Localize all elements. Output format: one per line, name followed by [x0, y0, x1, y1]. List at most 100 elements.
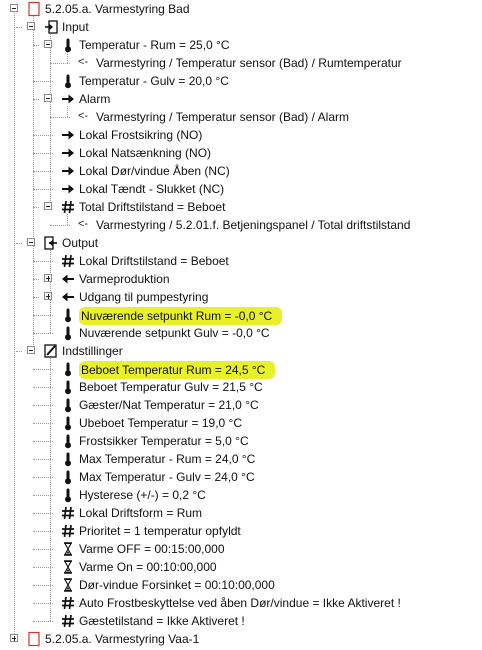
tree-node-gaestetilstand[interactable]: Gæstetilstand = Ikke Aktiveret ! [0, 612, 482, 630]
document-red-icon [27, 631, 41, 647]
tree-node-lokal-dor-vindue[interactable]: Lokal Dør/vindue Åben (NC) [0, 162, 482, 180]
tree-node-label: Total Driftstilstand = Beboet [79, 200, 226, 214]
tree-node-label: Lokal Tændt - Slukket (NC) [79, 182, 225, 196]
arrow-right-icon [61, 145, 75, 161]
tree-node-label: Lokal Natsænkning (NO) [79, 146, 212, 160]
tree-node-input-group[interactable]: Input [0, 18, 482, 36]
tree-connector [33, 387, 53, 388]
tree-connector [16, 351, 22, 352]
tree-node-label: Lokal Driftstilstand = Beboet [79, 254, 229, 268]
tree-node-temp-rum-ref[interactable]: <- Varmestyring / Temperatur sensor (Bad)… [0, 54, 482, 72]
tree-node-prioritet[interactable]: Prioritet = 1 temperatur opfyldt [0, 522, 482, 540]
tree-node-lokal-driftstilstand[interactable]: Lokal Driftstilstand = Beboet [0, 252, 482, 270]
tree-connector [33, 153, 53, 154]
thermometer-icon [61, 433, 75, 449]
tree-node-label: Output [62, 236, 99, 250]
tree-node-varme-off[interactable]: Varme OFF = 00:15:00,000 [0, 540, 482, 558]
hash-icon [61, 613, 75, 629]
tree-node-hysterese[interactable]: Hysterese (+/-) = 0,2 °C [0, 486, 482, 504]
collapse-toggle-icon[interactable] [44, 202, 52, 210]
tree-node-alarm[interactable]: Alarm [0, 90, 482, 108]
thermometer-icon [61, 397, 75, 413]
tree-node-lokal-driftsform[interactable]: Lokal Driftsform = Rum [0, 504, 482, 522]
collapse-toggle-icon[interactable] [44, 40, 52, 48]
input-icon [44, 19, 58, 35]
tree-node-auto-frostbeskyttelse[interactable]: Auto Frostbeskyttelse ved åben Dør/vindu… [0, 594, 482, 612]
thermometer-icon [61, 379, 75, 395]
tree-connector [33, 333, 53, 334]
tree-node-label: Prioritet = 1 temperatur opfyldt [79, 524, 241, 538]
tree-node-total-driftstilstand[interactable]: Total Driftstilstand = Beboet [0, 198, 482, 216]
tree-node-udgang-pumpestyring[interactable]: Udgang til pumpestyring [0, 288, 482, 306]
tree-connector [33, 531, 53, 532]
tree-node-lokal-taendt-slukket[interactable]: Lokal Tændt - Slukket (NC) [0, 180, 482, 198]
tree-node-label: Udgang til pumpestyring [79, 290, 209, 304]
hourglass-icon [61, 541, 75, 557]
tree-node-label: Auto Frostbeskyttelse ved åben Dør/vindu… [79, 596, 401, 610]
tree-node-label: Indstillinger [62, 344, 123, 358]
tree-connector [33, 477, 53, 478]
tree-node-gaester-nat-temp[interactable]: Gæster/Nat Temperatur = 21,0 °C [0, 396, 482, 414]
tree-node-varme-on[interactable]: Varme On = 00:10:00,000 [0, 558, 482, 576]
tree-node-temp-gulv[interactable]: Temperatur - Gulv = 20,0 °C [0, 72, 482, 90]
tree-connector [33, 405, 53, 406]
thermometer-icon [61, 487, 75, 503]
tree-node-setpunkt-rum[interactable]: Nuværende setpunkt Rum = -0,0 °C [0, 306, 482, 325]
arrow-left-icon [61, 271, 75, 287]
tree-node-label: Dør-vindue Forsinket = 00:10:00,000 [79, 578, 275, 592]
tree-node-setpunkt-gulv[interactable]: Nuværende setpunkt Gulv = -0,0 °C [0, 324, 482, 342]
arrow-right-icon [61, 91, 75, 107]
tree-node-lokal-frostsikring[interactable]: Lokal Frostsikring (NO) [0, 126, 482, 144]
tree-node-lokal-natsaenkning[interactable]: Lokal Natsænkning (NO) [0, 144, 482, 162]
tree-node-frostsikker-temp[interactable]: Frostsikker Temperatur = 5,0 °C [0, 432, 482, 450]
collapse-toggle-icon[interactable] [27, 346, 35, 354]
reference-arrow-icon: <- [78, 218, 89, 230]
thermometer-icon [61, 325, 75, 341]
tree-node-label: Varme OFF = 00:15:00,000 [79, 542, 225, 556]
tree-node-next-root-node[interactable]: 5.2.05.a. Varmestyring Vaa-1 [0, 630, 482, 648]
tree-node-label: Hysterese (+/-) = 0,2 °C [79, 488, 206, 502]
tree-node-root-node[interactable]: 5.2.05.a. Varmestyring Bad [0, 0, 482, 18]
tree-connector [33, 441, 53, 442]
tree-node-temp-rum[interactable]: Temperatur - Rum = 25,0 °C [0, 36, 482, 54]
tree-node-label: Nuværende setpunkt Gulv = -0,0 °C [79, 326, 270, 340]
tree-connector [33, 603, 53, 604]
collapse-toggle-icon[interactable] [44, 94, 52, 102]
tree-node-label: Max Temperatur - Gulv = 24,0 °C [79, 470, 255, 484]
tree-node-label: Varmestyring / Temperatur sensor (Bad) /… [96, 110, 349, 124]
tree-node-label: Alarm [79, 92, 111, 106]
tree-node-alarm-ref[interactable]: <- Varmestyring / Temperatur sensor (Bad)… [0, 108, 482, 126]
collapse-toggle-icon[interactable] [27, 238, 35, 246]
tree-connector [33, 207, 39, 208]
tree-connector [33, 81, 53, 82]
expand-toggle-icon[interactable] [44, 274, 52, 282]
arrow-right-icon [61, 127, 75, 143]
thermometer-icon [61, 451, 75, 467]
tree-node-dor-vindue-forsinket[interactable]: Dør-vindue Forsinket = 00:10:00,000 [0, 576, 482, 594]
tree-node-max-temp-rum[interactable]: Max Temperatur - Rum = 24,0 °C [0, 450, 482, 468]
arrow-left-icon [61, 289, 75, 305]
expand-toggle-icon[interactable] [44, 292, 52, 300]
tree-connector [33, 549, 53, 550]
tree-node-varmeproduktion[interactable]: Varmeproduktion [0, 270, 482, 288]
collapse-toggle-icon[interactable] [27, 22, 35, 30]
tree-node-label: Ubeboet Temperatur = 19,0 °C [79, 416, 243, 430]
thermometer-icon [61, 469, 75, 485]
tree-node-beboet-temp-gulv[interactable]: Beboet Temperatur Gulv = 21,5 °C [0, 378, 482, 396]
tree-connector [33, 621, 53, 622]
tree-node-max-temp-gulv[interactable]: Max Temperatur - Gulv = 24,0 °C [0, 468, 482, 486]
reference-arrow-icon: <- [78, 56, 89, 68]
tree-connector [33, 459, 53, 460]
thermometer-icon [61, 361, 75, 377]
tree-node-beboet-temp-rum[interactable]: Beboet Temperatur Rum = 24,5 °C [0, 360, 482, 379]
expand-toggle-icon[interactable] [10, 634, 18, 642]
tree-node-label: Beboet Temperatur Gulv = 21,5 °C [79, 380, 263, 394]
tree-node-label: Input [62, 20, 89, 34]
tree-node-output-group[interactable]: Output [0, 234, 482, 252]
tree-node-indstillinger-group[interactable]: Indstillinger [0, 342, 482, 360]
tree-node-label: Beboet Temperatur Rum = 24,5 °C [79, 361, 276, 379]
hourglass-icon [61, 577, 75, 593]
tree-node-total-driftstilstand-ref[interactable]: <- Varmestyring / 5.2.01.f. Betjeningspan… [0, 216, 482, 234]
collapse-toggle-icon[interactable] [10, 4, 18, 12]
tree-node-ubeboet-temp[interactable]: Ubeboet Temperatur = 19,0 °C [0, 414, 482, 432]
